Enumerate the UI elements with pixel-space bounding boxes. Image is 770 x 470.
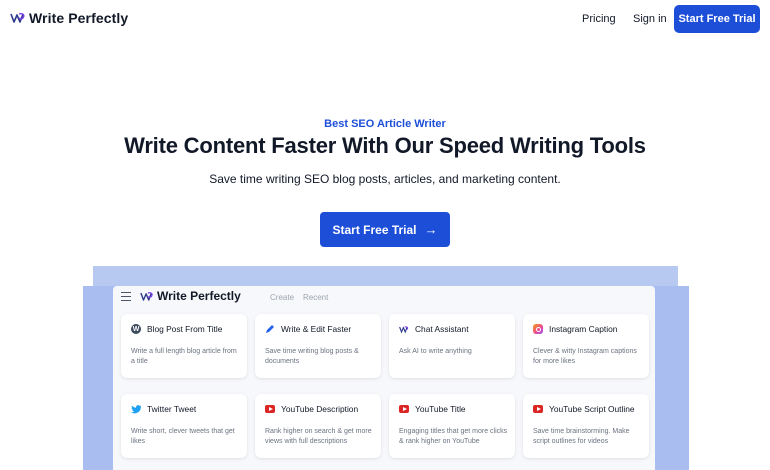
pencil-icon <box>265 324 275 334</box>
card-description: Save time writing blog posts & documents <box>265 348 359 365</box>
tool-card-twitter-tweet[interactable]: Twitter Tweet Write short, clever tweets… <box>121 394 247 458</box>
twitter-icon <box>131 404 141 414</box>
tool-card-youtube-description[interactable]: YouTube Description Rank higher on searc… <box>255 394 381 458</box>
wordpress-icon: W <box>131 324 141 334</box>
tool-card-youtube-title[interactable]: YouTube Title Engaging titles that get m… <box>389 394 515 458</box>
card-description: Save time brainstorming. Make script out… <box>533 428 630 445</box>
youtube-icon <box>265 404 275 414</box>
app-mockup: Write Perfectly Create Recent W Blog Pos… <box>113 286 655 470</box>
mockup-menu-recent[interactable]: Recent <box>303 293 328 302</box>
card-description: Rank higher on search & get more views w… <box>265 428 372 445</box>
brand-name: Write Perfectly <box>29 10 129 26</box>
card-description: Engaging titles that get more clicks & r… <box>399 428 508 445</box>
card-title: YouTube Script Outline <box>549 404 635 414</box>
card-title: YouTube Description <box>281 404 359 414</box>
arrow-right-icon: → <box>424 222 438 237</box>
card-title: Instagram Caption <box>549 324 618 334</box>
youtube-icon <box>399 404 409 414</box>
hero-cta-label: Start Free Trial <box>332 222 417 237</box>
brand-logo[interactable]: Write Perfectly <box>10 10 128 26</box>
tool-card-blog-post-from-title[interactable]: W Blog Post From Title Write a full leng… <box>121 314 247 378</box>
nav-link-sign-in[interactable]: Sign in <box>633 13 667 25</box>
write-perfectly-logo-icon <box>399 324 409 334</box>
mockup-brand-name: Write Perfectly <box>157 289 241 303</box>
nav-link-pricing[interactable]: Pricing <box>582 13 616 25</box>
card-title: Write & Edit Faster <box>281 324 352 334</box>
mockup-header: Write Perfectly Create Recent <box>113 286 655 308</box>
card-description: Write short, clever tweets that get like… <box>131 428 235 445</box>
card-title: Blog Post From Title <box>147 324 223 334</box>
write-perfectly-logo-icon <box>140 291 153 301</box>
instagram-icon <box>533 324 543 334</box>
write-perfectly-logo-icon <box>10 13 25 23</box>
start-free-trial-nav-button[interactable]: Start Free Trial <box>674 5 760 33</box>
card-title: Chat Assistant <box>415 324 469 334</box>
hero-subtitle: Save time writing SEO blog posts, articl… <box>209 172 561 186</box>
card-title: YouTube Title <box>415 404 466 414</box>
hamburger-menu-icon[interactable] <box>121 292 131 303</box>
start-free-trial-hero-button[interactable]: Start Free Trial → <box>320 212 450 247</box>
mockup-menu-create[interactable]: Create <box>270 293 294 302</box>
tool-card-chat-assistant[interactable]: Chat Assistant Ask AI to write anything <box>389 314 515 378</box>
card-title: Twitter Tweet <box>147 404 197 414</box>
hero-title: Write Content Faster With Our Speed Writ… <box>124 133 646 158</box>
tool-card-youtube-script-outline[interactable]: YouTube Script Outline Save time brainst… <box>523 394 649 458</box>
youtube-icon <box>533 404 543 414</box>
mockup-brand-logo: Write Perfectly <box>140 289 241 303</box>
tool-card-write-edit-faster[interactable]: Write & Edit Faster Save time writing bl… <box>255 314 381 378</box>
card-description: Clever & witty Instagram captions for mo… <box>533 348 637 365</box>
top-nav: Write Perfectly Pricing Sign in Start Fr… <box>0 0 770 38</box>
tool-card-instagram-caption[interactable]: Instagram Caption Clever & witty Instagr… <box>523 314 649 378</box>
card-description: Write a full length blog article from a … <box>131 348 237 365</box>
hero-eyebrow: Best SEO Article Writer <box>324 118 446 130</box>
card-description: Ask AI to write anything <box>399 348 472 355</box>
